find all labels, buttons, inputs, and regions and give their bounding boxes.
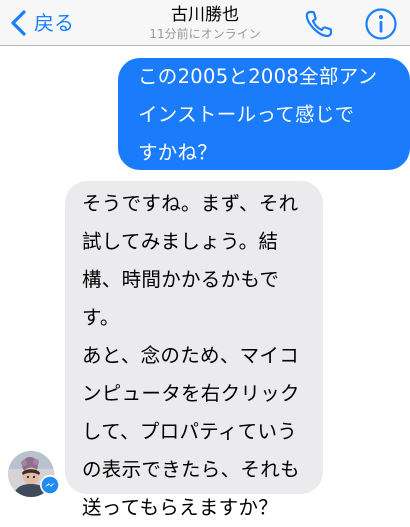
message-line: ンピュータを右クリック (82, 382, 300, 405)
message-line: 構、時間かかるかもで (82, 268, 280, 291)
contact-status: 11分前にオンライン (149, 27, 261, 41)
message-line: して、プロパティていう (82, 420, 298, 443)
message-line: 送ってもらえますか？ (82, 496, 279, 519)
message-line: あと、念のため、マイコ (82, 344, 300, 367)
phone-icon (305, 10, 333, 38)
info-icon (365, 8, 397, 40)
contact-header[interactable]: 古川勝也 11分前にオンライン (100, 0, 310, 42)
chevron-left-icon (11, 10, 26, 36)
back-label: 戻る (34, 11, 74, 35)
message-line: の表示できたら、それも (82, 458, 300, 481)
messenger-badge (40, 475, 60, 495)
back-button[interactable]: 戻る (8, 6, 74, 40)
contact-name: 古川勝也 (171, 5, 239, 25)
info-button[interactable] (364, 7, 398, 41)
messenger-icon (41, 476, 59, 494)
call-button[interactable] (302, 7, 336, 41)
incoming-message-bubble[interactable]: そうですね。まず、それ 試してみましょう。結 構、時間かかるかもで す。 あと、… (65, 181, 323, 519)
message-line: すかね？ (138, 141, 218, 164)
navigation-bar: 戻る 古川勝也 11分前にオンライン (0, 0, 410, 46)
message-line: そうですね。まず、それ (82, 192, 299, 215)
message-line: インストールって感じで (138, 103, 355, 126)
message-line: この2005と2008全部アン (138, 65, 378, 88)
outgoing-message-bubble[interactable]: この2005と2008全部アン インストールって感じで すかね？ (118, 58, 410, 170)
message-line: す。 (82, 306, 120, 329)
message-line: 試してみましょう。結 (82, 230, 279, 253)
